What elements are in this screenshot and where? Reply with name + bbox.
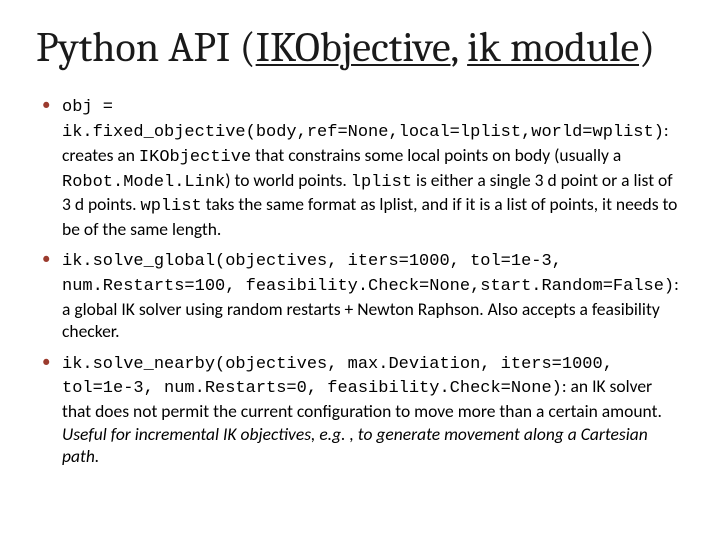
text: that constrains some local points on bod… xyxy=(251,144,621,166)
code-solve-global: ik.solve_global(objectives, iters=1000, … xyxy=(62,252,674,296)
code-fixed-objective: obj = ik.fixed_objective(body,ref=None,l… xyxy=(62,98,664,142)
code-lplist: lplist xyxy=(351,173,412,192)
title-comma: , xyxy=(451,23,468,72)
code-wplist: wplist xyxy=(141,197,202,216)
list-item: ik.solve_nearby(objectives, max.Deviatio… xyxy=(62,351,684,468)
code-robotmodellink: Robot.Model.Link xyxy=(62,173,225,192)
title-suffix: ) xyxy=(639,23,655,72)
text: ) to world points. xyxy=(225,169,351,191)
title-link-ikobjective[interactable]: IKObjective xyxy=(256,23,451,72)
list-item: ik.solve_global(objectives, iters=1000, … xyxy=(62,248,684,342)
code-solve-nearby: ik.solve_nearby(objectives, max.Deviatio… xyxy=(62,355,613,399)
title-link-ikmodule[interactable]: ik module xyxy=(467,23,639,72)
title-prefix: Python API ( xyxy=(36,23,256,72)
page-title: Python API (IKObjective, ik module) xyxy=(36,24,684,72)
text-italic: Useful for incremental IK objectives, e.… xyxy=(62,423,648,467)
code-ikobjective: IKObjective xyxy=(139,148,251,167)
bullet-list: obj = ik.fixed_objective(body,ref=None,l… xyxy=(36,94,684,467)
list-item: obj = ik.fixed_objective(body,ref=None,l… xyxy=(62,94,684,240)
